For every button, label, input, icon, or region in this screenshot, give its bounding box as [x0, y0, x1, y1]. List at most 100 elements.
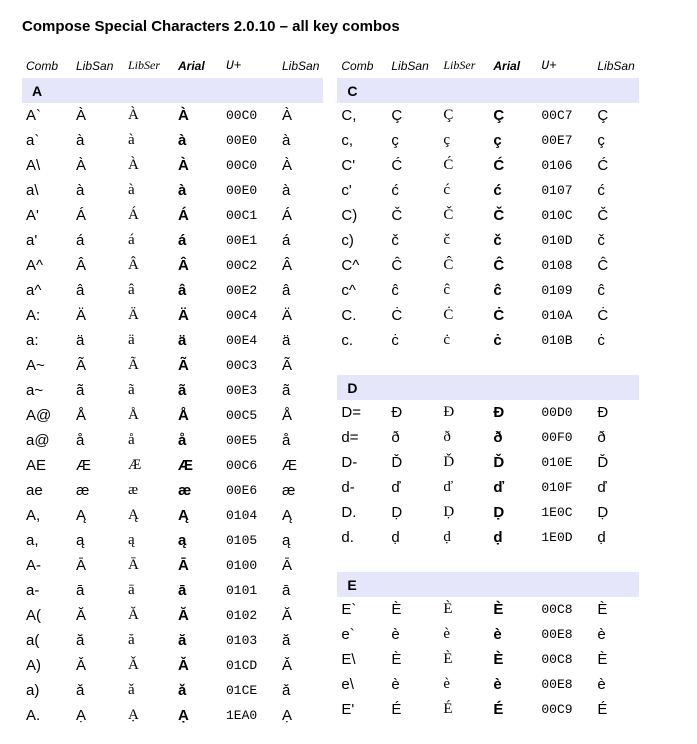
libser-cell: á [124, 228, 174, 253]
arial-cell: È [489, 597, 537, 622]
libser-cell: ă [124, 628, 174, 653]
libsan2-cell: È [593, 647, 638, 672]
uplus-cell: 00F0 [537, 425, 593, 450]
arial-cell: ä [174, 328, 222, 353]
combo-cell: C. [337, 303, 387, 328]
combo-cell: E' [337, 697, 387, 722]
table-row: d.ḍḍḍ1E0Dḍ [337, 525, 638, 550]
libser-cell: É [439, 697, 489, 722]
arial-cell: ã [174, 378, 222, 403]
uplus-cell: 00E1 [222, 228, 278, 253]
table-row: a~ããã00E3ã [22, 378, 323, 403]
libsan2-cell: à [278, 128, 323, 153]
libsan-cell: Ạ [72, 703, 124, 728]
uplus-cell: 0105 [222, 528, 278, 553]
libsan2-cell: ć [593, 178, 638, 203]
table-row: a`ààà00E0à [22, 128, 323, 153]
arial-cell: Ạ [174, 703, 222, 728]
table-row: e\èèè00E8è [337, 672, 638, 697]
combo-cell: A, [22, 503, 72, 528]
arial-cell: è [489, 622, 537, 647]
libsan-cell: Ă [72, 603, 124, 628]
libsan2-cell: À [278, 103, 323, 128]
arial-cell: ă [174, 628, 222, 653]
arial-cell: ĉ [489, 278, 537, 303]
uplus-cell: 010E [537, 450, 593, 475]
table-row: E\ÈÈÈ00C8È [337, 647, 638, 672]
columns: Comb LibSan LibSer Arial U+ LibSan AA`ÀÀ… [22, 53, 679, 728]
col-arial: Arial [489, 53, 537, 78]
combo-cell: A@ [22, 403, 72, 428]
table-row: A`ÀÀÀ00C0À [22, 103, 323, 128]
combo-cell: C' [337, 153, 387, 178]
libsan-cell: â [72, 278, 124, 303]
uplus-cell: 00E2 [222, 278, 278, 303]
libsan2-cell: Ć [593, 153, 638, 178]
libsan-cell: Ą [72, 503, 124, 528]
libsan2-cell: À [278, 153, 323, 178]
libsan2-cell: Ç [593, 103, 638, 128]
libsan2-cell: Ď [593, 450, 638, 475]
libsan2-cell: ą [278, 528, 323, 553]
arial-cell: æ [174, 478, 222, 503]
combo-cell: c^ [337, 278, 387, 303]
combo-cell: a: [22, 328, 72, 353]
arial-cell: Å [174, 403, 222, 428]
libsan2-cell: Â [278, 253, 323, 278]
combo-cell: e\ [337, 672, 387, 697]
libser-cell: Â [124, 253, 174, 278]
libsan-cell: ĉ [387, 278, 439, 303]
table-row: C'ĆĆĆ0106Ć [337, 153, 638, 178]
uplus-cell: 010D [537, 228, 593, 253]
col-libsan2: LibSan [278, 53, 323, 78]
uplus-cell: 010F [537, 475, 593, 500]
uplus-cell: 00C0 [222, 153, 278, 178]
libsan2-cell: ă [278, 628, 323, 653]
uplus-cell: 00E3 [222, 378, 278, 403]
libser-cell: Ă [124, 603, 174, 628]
combo-cell: E` [337, 597, 387, 622]
libsan2-cell: Ǎ [278, 653, 323, 678]
libsan-cell: Æ [72, 453, 124, 478]
arial-cell: ą [174, 528, 222, 553]
arial-cell: ď [489, 475, 537, 500]
libser-cell: Æ [124, 453, 174, 478]
combo-cell: ae [22, 478, 72, 503]
uplus-cell: 0108 [537, 253, 593, 278]
libsan-cell: ā [72, 578, 124, 603]
right-table: Comb LibSan LibSer Arial U+ LibSan CC,ÇÇ… [337, 53, 638, 722]
combo-cell: a- [22, 578, 72, 603]
arial-cell: à [174, 178, 222, 203]
libsan-cell: á [72, 228, 124, 253]
libsan2-cell: ð [593, 425, 638, 450]
section-cell: A [22, 78, 323, 103]
libser-cell: ḍ [439, 525, 489, 550]
col-libsan2: LibSan [593, 53, 638, 78]
uplus-cell: 00C7 [537, 103, 593, 128]
combo-cell: C^ [337, 253, 387, 278]
uplus-cell: 00C6 [222, 453, 278, 478]
uplus-cell: 0101 [222, 578, 278, 603]
libsan-cell: Ã [72, 353, 124, 378]
table-row: c.ċċċ010Bċ [337, 328, 638, 353]
libsan-cell: à [72, 178, 124, 203]
libser-cell: À [124, 153, 174, 178]
arial-cell: Ä [174, 303, 222, 328]
uplus-cell: 1E0D [537, 525, 593, 550]
libsan-cell: À [72, 103, 124, 128]
table-row: A\ÀÀÀ00C0À [22, 153, 323, 178]
arial-cell: À [174, 153, 222, 178]
right-column: Comb LibSan LibSer Arial U+ LibSan CC,ÇÇ… [337, 53, 638, 728]
libsan2-cell: à [278, 178, 323, 203]
combo-cell: d= [337, 425, 387, 450]
libser-cell: Ạ [124, 703, 174, 728]
uplus-cell: 010B [537, 328, 593, 353]
libser-cell: Á [124, 203, 174, 228]
table-row: aeæææ00E6æ [22, 478, 323, 503]
libser-cell: Ā [124, 553, 174, 578]
arial-cell: à [174, 128, 222, 153]
uplus-cell: 00C0 [222, 103, 278, 128]
combo-cell: A' [22, 203, 72, 228]
table-row: C,ÇÇÇ00C7Ç [337, 103, 638, 128]
table-row: A'ÁÁÁ00C1Á [22, 203, 323, 228]
